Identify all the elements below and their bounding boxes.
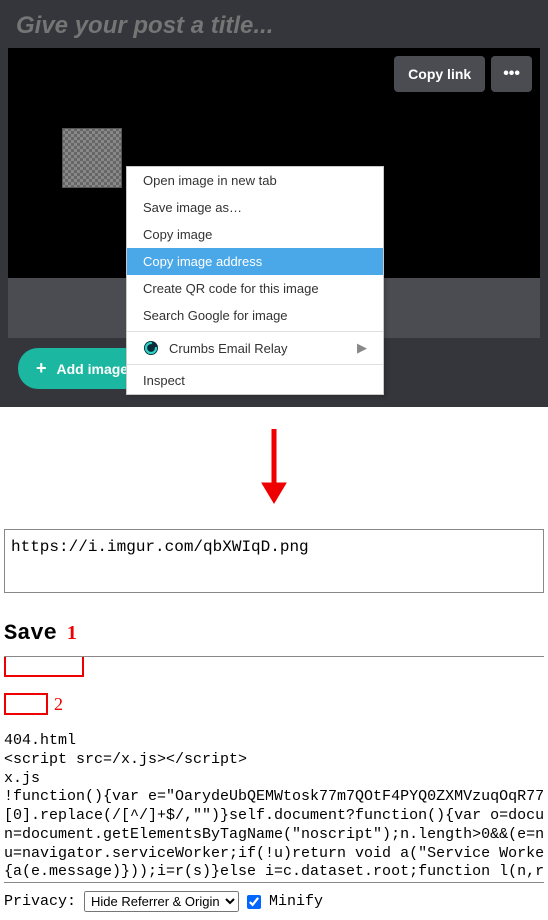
image-thumbnail[interactable]: [62, 128, 122, 188]
highlight-box-1: [4, 656, 84, 677]
menu-save-image-as[interactable]: Save image as…: [127, 194, 383, 221]
post-title-input[interactable]: [8, 8, 540, 48]
privacy-select[interactable]: Hide Referrer & Origin: [84, 891, 239, 912]
url-output[interactable]: https://i.imgur.com/qbXWIqD.png: [4, 529, 544, 593]
menu-divider: [127, 364, 383, 365]
menu-copy-image-address[interactable]: Copy image address: [127, 248, 383, 275]
context-menu: Open image in new tab Save image as… Cop…: [126, 166, 384, 395]
annotation-2: 2: [52, 693, 65, 716]
more-options-button[interactable]: •••: [491, 56, 532, 92]
plus-icon: +: [36, 358, 47, 379]
privacy-label: Privacy:: [4, 893, 76, 910]
crumbs-icon: [143, 340, 159, 356]
menu-open-new-tab[interactable]: Open image in new tab: [127, 167, 383, 194]
arrow-down-icon: [0, 407, 548, 529]
code-textarea[interactable]: 2 404.html <script src=/x.js></script> x…: [4, 656, 544, 883]
menu-create-qr[interactable]: Create QR code for this image: [127, 275, 383, 302]
menu-search-google[interactable]: Search Google for image: [127, 302, 383, 329]
annotation-1: 1: [67, 622, 77, 645]
copy-link-button[interactable]: Copy link: [394, 56, 485, 92]
image-drop-area: Copy link ••• Open image in new tab Save…: [8, 48, 540, 278]
menu-copy-image[interactable]: Copy image: [127, 221, 383, 248]
menu-inspect[interactable]: Inspect: [127, 367, 383, 394]
highlight-box-2: [4, 693, 48, 715]
minify-label: Minify: [269, 893, 323, 910]
save-heading: Save: [4, 621, 57, 646]
minify-checkbox[interactable]: [247, 895, 261, 909]
menu-crumbs-relay[interactable]: Crumbs Email Relay ▶: [127, 334, 383, 362]
menu-divider: [127, 331, 383, 332]
chevron-right-icon: ▶: [357, 340, 367, 356]
